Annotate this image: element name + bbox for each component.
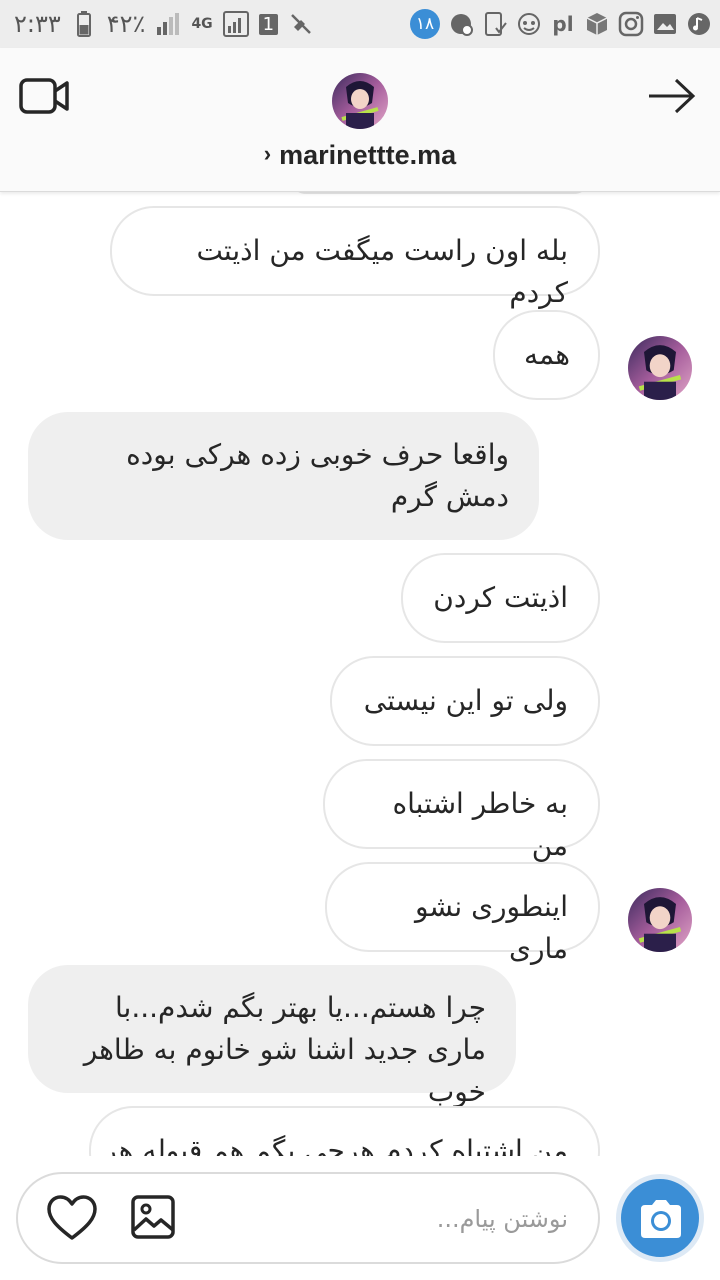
chat-header: › marinettte.ma	[0, 48, 720, 192]
message-bubble[interactable]: واقعا حرف خوبی زده هرکی بوده دمش گرم	[28, 412, 539, 540]
music-app-icon	[686, 11, 712, 37]
signal-sim-icon	[222, 11, 249, 37]
forward-button[interactable]	[646, 74, 698, 118]
camera-icon	[641, 1200, 681, 1238]
contact-avatar[interactable]	[628, 888, 692, 952]
message-input[interactable]	[308, 1196, 568, 1242]
chevron-right-icon: ›	[263, 141, 272, 166]
message-composer	[16, 1172, 600, 1264]
message-bubble[interactable]: ولی تو این نیستی	[330, 656, 600, 746]
message-text: چرا هستم...یا بهتر بگم شدم...با ماری جدی…	[83, 991, 486, 1108]
header-avatar[interactable]	[332, 73, 388, 129]
message-text: ولی تو این نیستی	[363, 684, 568, 717]
mute-icon	[288, 11, 314, 37]
screenshot-icon	[482, 11, 508, 37]
message-text: اذیتت کردن	[433, 581, 568, 614]
video-camera-icon	[19, 78, 69, 114]
image-icon	[131, 1195, 175, 1239]
message-text: من اشتباه کردم هرچی بگم هم قبوله هر	[103, 1134, 568, 1156]
arrow-right-icon	[649, 78, 696, 114]
message-list[interactable]: بله اون راست میگفت من اذیتت کردم همه واق…	[0, 192, 720, 1156]
status-time: ۲:۳۳	[14, 10, 61, 38]
message-bubble[interactable]: اینطوری نشو ماری	[325, 862, 600, 965]
avatar-image	[332, 73, 388, 129]
camera-button[interactable]	[616, 1174, 704, 1262]
cube-app-icon	[584, 11, 610, 37]
heart-icon	[47, 1195, 97, 1240]
network-type: 4G	[191, 16, 213, 32]
app-notification-icon	[448, 11, 474, 37]
message-bubble[interactable]: بله اون راست میگفت من اذیتت کردم	[110, 206, 600, 309]
message-text: اینطوری نشو ماری	[414, 890, 568, 965]
signal-icon	[155, 11, 181, 37]
message-bubble-partial	[290, 192, 590, 194]
chat-title[interactable]: › marinettte.ma	[0, 140, 720, 171]
message-text: واقعا حرف خوبی زده هرکی بوده دمش گرم	[126, 438, 509, 513]
message-bubble[interactable]: همه	[493, 310, 600, 400]
message-text: به خاطر اشتباه من	[392, 787, 568, 862]
avatar-image	[628, 888, 692, 952]
username: marinettte.ma	[279, 140, 457, 170]
message-bubble[interactable]: به خاطر اشتباه من	[323, 759, 600, 862]
avatar-image	[628, 336, 692, 400]
message-bubble[interactable]: اذیتت کردن	[401, 553, 600, 643]
message-text: همه	[524, 338, 570, 371]
message-bubble[interactable]: من اشتباه کردم هرچی بگم هم قبوله هر	[89, 1106, 600, 1156]
instagram-icon	[618, 11, 644, 37]
video-call-button[interactable]	[18, 74, 70, 118]
vpn-icon	[516, 11, 542, 37]
image-app-icon	[652, 11, 678, 37]
battery-icon	[71, 11, 97, 37]
gallery-button[interactable]	[130, 1194, 176, 1240]
message-bubble[interactable]: چرا هستم...یا بهتر بگم شدم...با ماری جدی…	[28, 965, 516, 1108]
notification-badge-count: ۱۸	[415, 14, 435, 34]
status-bar: ۲:۳۳ ۴۲٪ 4G 1 ۱۸ pl	[0, 0, 720, 48]
message-text: بله اون راست میگفت من اذیتت کردم	[196, 234, 568, 309]
contact-avatar[interactable]	[628, 336, 692, 400]
pl-app-icon: pl	[552, 12, 574, 36]
battery-percent: ۴۲٪	[106, 10, 146, 38]
sim-slot: 1	[258, 13, 279, 35]
like-button[interactable]	[46, 1194, 98, 1244]
notification-badge-icon: ۱۸	[410, 9, 440, 39]
